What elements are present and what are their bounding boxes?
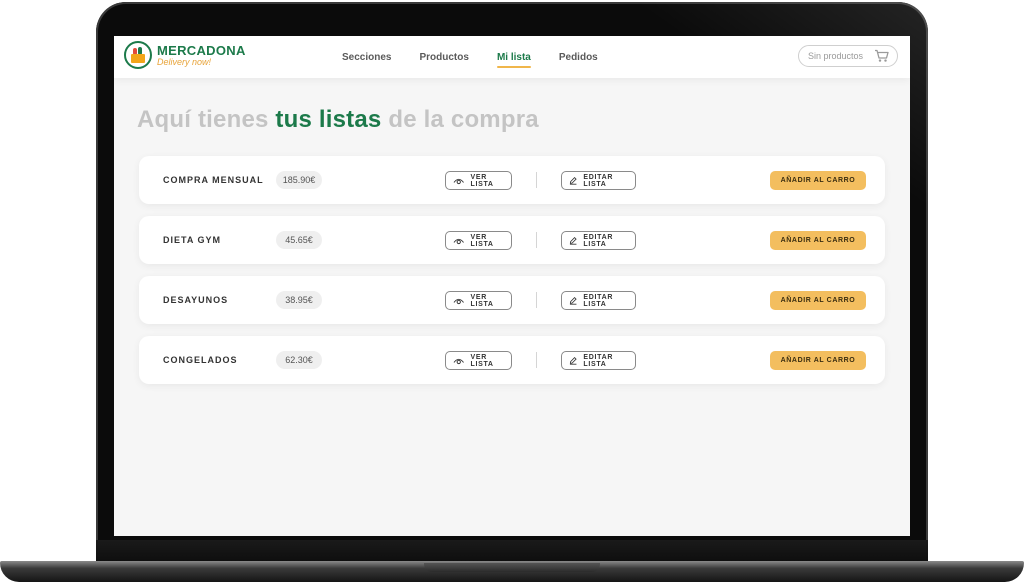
page-title-suffix: de la compra	[381, 106, 539, 133]
nav-item-mi-lista[interactable]: Mi lista	[496, 52, 531, 68]
eye-icon	[453, 178, 464, 184]
list-name: CONGELADOS	[163, 355, 238, 365]
main-nav: Secciones Productos Mi lista Pedidos	[342, 52, 626, 68]
edit-list-label: EDITAR LISTA	[583, 353, 614, 368]
actions-divider	[536, 292, 537, 308]
page-title-prefix: Aquí tienes	[137, 106, 276, 133]
pencil-icon	[569, 357, 577, 365]
pencil-icon	[569, 297, 577, 305]
page-title-accent: tus listas	[275, 106, 382, 133]
view-list-label: VER LISTA	[470, 173, 494, 188]
actions-divider	[536, 352, 537, 368]
view-list-button[interactable]: VER LISTA	[445, 351, 512, 370]
cart-status-label: Sin productos	[808, 51, 864, 61]
list-card: DESAYUNOS 38.95€ VER LISTA EDITAR LISTA …	[139, 276, 885, 324]
eye-icon	[453, 298, 464, 304]
pencil-icon	[569, 237, 577, 245]
basket-logo-icon	[124, 41, 152, 69]
view-list-button[interactable]: VER LISTA	[445, 231, 512, 250]
list-price: 185.90€	[276, 171, 322, 189]
edit-list-button[interactable]: EDITAR LISTA	[561, 171, 636, 190]
shopping-lists: COMPRA MENSUAL 185.90€ VER LISTA EDITAR …	[139, 156, 885, 396]
edit-list-label: EDITAR LISTA	[583, 173, 614, 188]
view-list-label: VER LISTA	[470, 233, 494, 248]
view-list-label: VER LISTA	[470, 293, 494, 308]
edit-list-label: EDITAR LISTA	[583, 293, 614, 308]
view-list-label: VER LISTA	[470, 353, 494, 368]
actions-divider	[536, 232, 537, 248]
view-list-button[interactable]: VER LISTA	[445, 291, 512, 310]
list-card: COMPRA MENSUAL 185.90€ VER LISTA EDITAR …	[139, 156, 885, 204]
eye-icon	[453, 358, 464, 364]
list-card: CONGELADOS 62.30€ VER LISTA EDITAR LISTA…	[139, 336, 885, 384]
app-screen: MERCADONA Delivery now! Secciones Produc…	[114, 36, 910, 536]
nav-item-secciones[interactable]: Secciones	[342, 52, 391, 63]
brand-name: MERCADONA	[157, 42, 246, 58]
list-price: 38.95€	[276, 291, 322, 309]
brand-tagline: Delivery now!	[157, 56, 212, 67]
nav-item-pedidos[interactable]: Pedidos	[559, 52, 598, 63]
add-to-cart-button[interactable]: AÑADIR AL CARRO	[770, 231, 866, 250]
edit-list-label: EDITAR LISTA	[583, 233, 614, 248]
laptop-chin	[96, 540, 928, 562]
add-to-cart-button[interactable]: AÑADIR AL CARRO	[770, 171, 866, 190]
list-name: DIETA GYM	[163, 235, 221, 245]
list-card: DIETA GYM 45.65€ VER LISTA EDITAR LISTA …	[139, 216, 885, 264]
list-price: 62.30€	[276, 351, 322, 369]
actions-divider	[536, 172, 537, 188]
edit-list-button[interactable]: EDITAR LISTA	[561, 291, 636, 310]
list-price: 45.65€	[276, 231, 322, 249]
list-name: DESAYUNOS	[163, 295, 229, 305]
add-to-cart-button[interactable]: AÑADIR AL CARRO	[770, 351, 866, 370]
view-list-button[interactable]: VER LISTA	[445, 171, 512, 190]
nav-item-productos[interactable]: Productos	[419, 52, 468, 63]
edit-list-button[interactable]: EDITAR LISTA	[561, 351, 636, 370]
laptop-notch	[424, 563, 600, 572]
list-name: COMPRA MENSUAL	[163, 175, 264, 185]
page-title: Aquí tienes tus listas de la compra	[137, 106, 539, 134]
top-navbar: MERCADONA Delivery now! Secciones Produc…	[114, 36, 910, 78]
eye-icon	[453, 238, 464, 244]
edit-list-button[interactable]: EDITAR LISTA	[561, 231, 636, 250]
brand-logo[interactable]: MERCADONA Delivery now!	[124, 41, 246, 69]
cart-button[interactable]: Sin productos	[798, 45, 898, 67]
add-to-cart-button[interactable]: AÑADIR AL CARRO	[770, 291, 866, 310]
shopping-cart-icon	[874, 49, 889, 68]
pencil-icon	[569, 177, 577, 185]
